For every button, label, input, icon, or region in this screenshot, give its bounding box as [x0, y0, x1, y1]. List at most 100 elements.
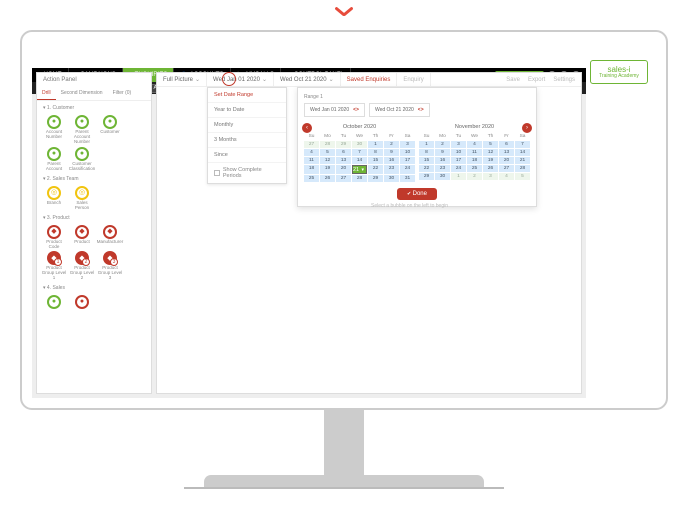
cal-day[interactable]: 21 — [515, 157, 530, 164]
cal-day[interactable]: 21 — [352, 165, 367, 174]
cal-day[interactable]: 19 — [483, 157, 498, 164]
cal-day[interactable]: 3 — [400, 141, 415, 148]
cal-day[interactable]: 22 — [368, 165, 383, 174]
next-month-button[interactable]: › — [522, 123, 532, 133]
done-button[interactable]: Done — [397, 188, 437, 200]
menu-item[interactable]: 3 Months — [208, 133, 286, 148]
save-link[interactable]: Save — [506, 77, 520, 83]
cal-day[interactable]: 4 — [304, 149, 319, 156]
cal-day[interactable]: 5 — [515, 173, 530, 180]
cal-day[interactable]: 6 — [336, 149, 351, 156]
cal-day[interactable]: 7 — [352, 149, 367, 156]
cal-day[interactable]: 26 — [320, 175, 335, 182]
cal-day[interactable]: 17 — [451, 157, 466, 164]
cal-day[interactable]: 24 — [451, 165, 466, 172]
bubble-item[interactable]: ●CustomerClassification — [69, 147, 95, 172]
full-picture-dropdown[interactable]: Full Picture — [157, 73, 207, 86]
cal-day[interactable]: 27 — [304, 141, 319, 148]
cal-day[interactable]: 9 — [435, 149, 450, 156]
cal-day[interactable]: 6 — [499, 141, 514, 148]
cal-day[interactable]: 30 — [352, 141, 367, 148]
prev-month-button[interactable]: ‹ — [302, 123, 312, 133]
menu-item[interactable]: Set Date Range — [208, 88, 286, 103]
cal-day[interactable]: 2 — [435, 141, 450, 148]
date-from-dropdown[interactable]: Wed Jan 01 2020 — [207, 73, 274, 86]
cal-day[interactable]: 27 — [336, 175, 351, 182]
cal-day[interactable]: 3 — [483, 173, 498, 180]
cal-day[interactable]: 26 — [483, 165, 498, 172]
dim-tab[interactable]: Filter (0) — [108, 87, 137, 100]
menu-item[interactable]: Year to Date — [208, 103, 286, 118]
bubble-item[interactable]: ◆1ProductGroup Level 1 — [41, 251, 67, 281]
cal-day[interactable]: 3 — [451, 141, 466, 148]
cal-day[interactable]: 14 — [515, 149, 530, 156]
bubble-item[interactable]: ●Customer — [97, 115, 123, 145]
cal-day[interactable]: 1 — [419, 141, 434, 148]
cal-day[interactable]: 15 — [419, 157, 434, 164]
export-link[interactable]: Export — [528, 77, 545, 83]
range-to-box[interactable]: Wed Oct 21 2020<> — [369, 103, 430, 117]
group-header[interactable]: ▾ 4. Sales — [37, 281, 151, 295]
dim-tab[interactable]: Second Dimension — [56, 87, 108, 100]
cal-day[interactable]: 18 — [467, 157, 482, 164]
cal-day[interactable]: 7 — [515, 141, 530, 148]
cal-day[interactable]: 1 — [368, 141, 383, 148]
cal-day[interactable]: 25 — [304, 175, 319, 182]
dim-tab[interactable]: Drill — [37, 87, 56, 100]
cal-day[interactable]: 2 — [467, 173, 482, 180]
cal-day[interactable]: 8 — [368, 149, 383, 156]
cal-day[interactable]: 12 — [483, 149, 498, 156]
cal-day[interactable]: 18 — [304, 165, 319, 174]
settings-link[interactable]: Settings — [553, 77, 575, 83]
group-header[interactable]: ▾ 2. Sales Team — [37, 172, 151, 186]
bubble-item[interactable]: ◆3ProductGroup Level 3 — [97, 251, 123, 281]
cal-day[interactable]: 5 — [483, 141, 498, 148]
cal-day[interactable]: 28 — [320, 141, 335, 148]
cal-day[interactable]: 4 — [499, 173, 514, 180]
date-to-dropdown[interactable]: Wed Oct 21 2020 — [274, 73, 341, 86]
cal-day[interactable]: 19 — [320, 165, 335, 174]
show-complete-checkbox[interactable]: Show Complete Periods — [208, 163, 286, 183]
cal-day[interactable]: 10 — [400, 149, 415, 156]
bubble-item[interactable]: ◆Product — [69, 225, 95, 250]
cal-day[interactable]: 4 — [467, 141, 482, 148]
cal-day[interactable]: 29 — [368, 175, 383, 182]
cal-day[interactable]: 30 — [435, 173, 450, 180]
cal-day[interactable]: 30 — [384, 175, 399, 182]
bubble-item[interactable]: ●ParentAccount — [41, 147, 67, 172]
bubble-item[interactable]: ◆2ProductGroup Level 2 — [69, 251, 95, 281]
cal-day[interactable]: 12 — [320, 157, 335, 164]
menu-item[interactable]: Since — [208, 148, 286, 163]
cal-day[interactable]: 13 — [499, 149, 514, 156]
group-header[interactable]: ▾ 1. Customer — [37, 101, 151, 115]
menu-item[interactable]: Monthly — [208, 118, 286, 133]
cal-day[interactable]: 23 — [435, 165, 450, 172]
cal-day[interactable]: 20 — [336, 165, 351, 174]
cal-day[interactable]: 11 — [467, 149, 482, 156]
cal-day[interactable]: 27 — [499, 165, 514, 172]
cal-day[interactable]: 20 — [499, 157, 514, 164]
cal-day[interactable]: 5 — [320, 149, 335, 156]
cal-day[interactable]: 29 — [419, 173, 434, 180]
cal-day[interactable]: 1 — [451, 173, 466, 180]
cal-day[interactable]: 15 — [368, 157, 383, 164]
bubble-item[interactable]: ● — [69, 295, 95, 310]
cal-day[interactable]: 11 — [304, 157, 319, 164]
range-from-box[interactable]: Wed Jan 01 2020<> — [304, 103, 365, 117]
cal-day[interactable]: 23 — [384, 165, 399, 174]
bubble-item[interactable]: ●ParentAccount Number — [69, 115, 95, 145]
cal-day[interactable]: 10 — [451, 149, 466, 156]
cal-day[interactable]: 13 — [336, 157, 351, 164]
cal-day[interactable]: 17 — [400, 157, 415, 164]
cal-day[interactable]: 28 — [515, 165, 530, 172]
cal-day[interactable]: 28 — [352, 175, 367, 182]
bubble-item[interactable]: ◆Manufacturer — [97, 225, 123, 250]
cal-day[interactable]: 14 — [352, 157, 367, 164]
cal-day[interactable]: 25 — [467, 165, 482, 172]
cal-day[interactable]: 8 — [419, 149, 434, 156]
cal-day[interactable]: 31 — [400, 175, 415, 182]
cal-day[interactable]: 2 — [384, 141, 399, 148]
cal-day[interactable]: 24 — [400, 165, 415, 174]
bubble-item[interactable]: ◎Sales Person — [69, 186, 95, 211]
cal-day[interactable]: 9 — [384, 149, 399, 156]
